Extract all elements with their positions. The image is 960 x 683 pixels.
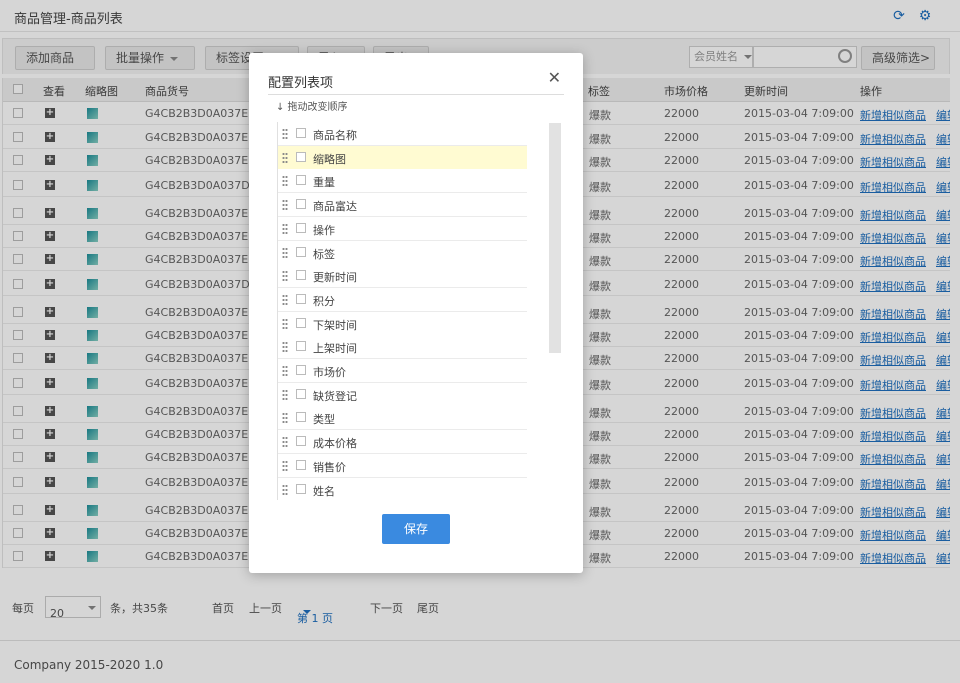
drag-handle-icon[interactable] xyxy=(282,293,288,306)
column-item[interactable]: 缩略图 xyxy=(278,145,527,170)
column-checkbox[interactable] xyxy=(296,341,306,352)
drag-handle-icon[interactable] xyxy=(282,459,288,472)
column-item[interactable]: 姓名 xyxy=(278,477,527,500)
drag-handle-icon[interactable] xyxy=(282,270,288,283)
column-item[interactable]: 商品名称 xyxy=(278,122,527,146)
drag-hint: ↓ 拖动改变顺序 xyxy=(276,102,348,113)
drag-handle-icon[interactable] xyxy=(282,317,288,330)
column-checkbox[interactable] xyxy=(296,293,306,304)
divider xyxy=(268,94,564,95)
column-item[interactable]: 更新时间 xyxy=(278,264,527,289)
column-item[interactable]: 上架时间 xyxy=(278,335,527,360)
column-checkbox[interactable] xyxy=(296,388,306,399)
drag-handle-icon[interactable] xyxy=(282,388,288,401)
column-item[interactable]: 销售价 xyxy=(278,453,527,478)
column-list-scrollbar[interactable] xyxy=(549,123,561,353)
column-checkbox[interactable] xyxy=(296,199,306,210)
column-item-label: 缺货登记 xyxy=(313,389,357,403)
column-checkbox[interactable] xyxy=(296,128,306,138)
column-item-label: 标签 xyxy=(313,247,335,261)
column-item-label: 销售价 xyxy=(313,460,346,474)
column-item[interactable]: 缺货登记 xyxy=(278,382,527,407)
column-checkbox[interactable] xyxy=(296,246,306,257)
column-item-label: 类型 xyxy=(313,413,335,427)
column-item[interactable]: 标签 xyxy=(278,240,527,265)
column-item-label: 上架时间 xyxy=(313,342,357,356)
column-checkbox[interactable] xyxy=(296,151,306,162)
drag-handle-icon[interactable] xyxy=(282,483,288,496)
column-checkbox[interactable] xyxy=(296,483,306,494)
drag-handle-icon[interactable] xyxy=(282,246,288,259)
drag-handle-icon[interactable] xyxy=(282,222,288,235)
drag-handle-icon[interactable] xyxy=(282,199,288,212)
column-item-label: 下架时间 xyxy=(313,318,357,332)
column-item-label: 成本价格 xyxy=(313,437,357,451)
column-item-label: 商品名称 xyxy=(313,129,357,142)
column-item[interactable]: 积分 xyxy=(278,287,527,312)
column-item-label: 缩略图 xyxy=(313,152,346,166)
save-button[interactable]: 保存 xyxy=(382,514,450,544)
column-checkbox[interactable] xyxy=(296,175,306,186)
column-checkbox[interactable] xyxy=(296,317,306,328)
column-item[interactable]: 重量 xyxy=(278,169,527,194)
drag-handle-icon[interactable] xyxy=(282,436,288,449)
drag-handle-icon[interactable] xyxy=(282,175,288,188)
close-icon[interactable]: ✕ xyxy=(548,70,561,86)
column-checkbox[interactable] xyxy=(296,436,306,447)
column-checkbox[interactable] xyxy=(296,222,306,233)
column-checkbox[interactable] xyxy=(296,459,306,470)
column-item[interactable]: 类型 xyxy=(278,406,527,431)
column-checkbox[interactable] xyxy=(296,412,306,423)
column-checkbox[interactable] xyxy=(296,365,306,375)
dialog-title: 配置列表项 xyxy=(268,76,334,91)
column-item-label: 操作 xyxy=(313,223,335,237)
column-item-label: 更新时间 xyxy=(313,271,357,285)
drag-handle-icon[interactable] xyxy=(282,365,288,377)
column-item[interactable]: 操作 xyxy=(278,216,527,241)
drag-handle-icon[interactable] xyxy=(282,341,288,354)
drag-handle-icon[interactable] xyxy=(282,412,288,425)
column-item-label: 重量 xyxy=(313,176,335,190)
column-item[interactable]: 商品富达 xyxy=(278,193,527,218)
column-item[interactable]: 市场价 xyxy=(278,359,527,383)
drag-handle-icon[interactable] xyxy=(282,151,288,164)
column-config-dialog: 配置列表项 ✕ ↓ 拖动改变顺序 商品名称缩略图重量商品富达操作标签更新时间积分… xyxy=(249,53,583,573)
drag-handle-icon[interactable] xyxy=(282,128,288,140)
column-item-label: 积分 xyxy=(313,294,335,308)
column-item-label: 姓名 xyxy=(313,484,335,498)
column-item-label: 市场价 xyxy=(313,366,346,379)
column-item[interactable]: 成本价格 xyxy=(278,430,527,455)
column-item[interactable]: 下架时间 xyxy=(278,311,527,336)
column-item-label: 商品富达 xyxy=(313,200,357,214)
column-checkbox[interactable] xyxy=(296,270,306,281)
column-list: 商品名称缩略图重量商品富达操作标签更新时间积分下架时间上架时间市场价缺货登记类型… xyxy=(277,122,527,500)
